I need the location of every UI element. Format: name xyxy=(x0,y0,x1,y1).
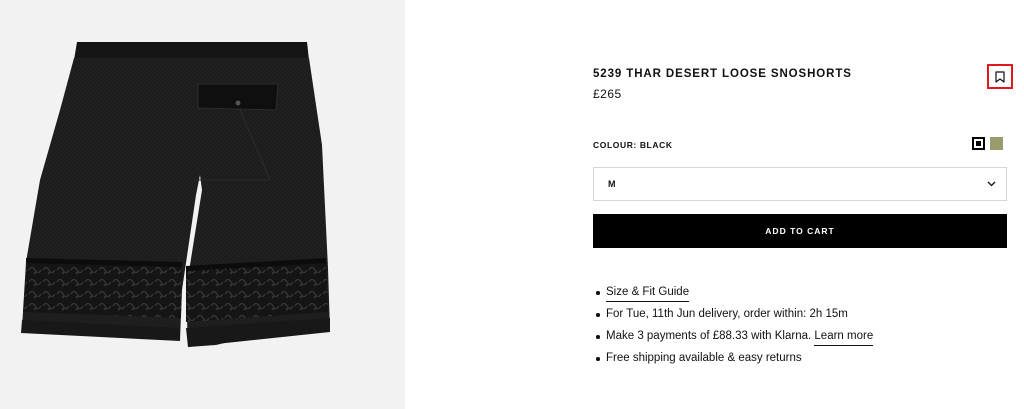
shipping-info: Free shipping available & easy returns xyxy=(593,348,873,370)
list-item: Size & Fit Guide xyxy=(593,282,873,304)
product-info-list: Size & Fit Guide For Tue, 11th Jun deliv… xyxy=(593,282,874,370)
shorts-illustration xyxy=(21,42,330,347)
list-item: Make 3 payments of £88.33 with Klarna. L… xyxy=(593,326,874,348)
product-title: 5239 THAR DESERT LOOSE SNOSHORTS xyxy=(593,68,852,80)
bookmark-icon xyxy=(995,70,1005,83)
colour-swatches xyxy=(972,137,1003,150)
delivery-info: For Tue, 11th Jun delivery, order within… xyxy=(593,304,873,326)
klarna-text: Make 3 payments of £88.33 with Klarna. xyxy=(606,330,812,342)
swatch-black[interactable] xyxy=(972,137,985,150)
size-fit-guide-link[interactable]: Size & Fit Guide xyxy=(606,286,690,302)
product-info: 5239 THAR DESERT LOOSE SNOSHORTS £265 CO… xyxy=(593,0,1013,409)
add-to-cart-button[interactable]: ADD TO CART xyxy=(593,214,1007,248)
product-image[interactable] xyxy=(0,0,405,409)
wishlist-bookmark-button[interactable] xyxy=(987,64,1013,89)
klarna-learn-more-link[interactable]: Learn more xyxy=(814,330,874,346)
size-select[interactable]: M xyxy=(593,167,1007,201)
size-select-value: M xyxy=(608,179,616,189)
swatch-olive[interactable] xyxy=(990,137,1003,150)
chevron-down-icon xyxy=(987,181,996,187)
product-price: £265 xyxy=(593,87,622,101)
colour-label: COLOUR: BLACK xyxy=(593,140,673,150)
